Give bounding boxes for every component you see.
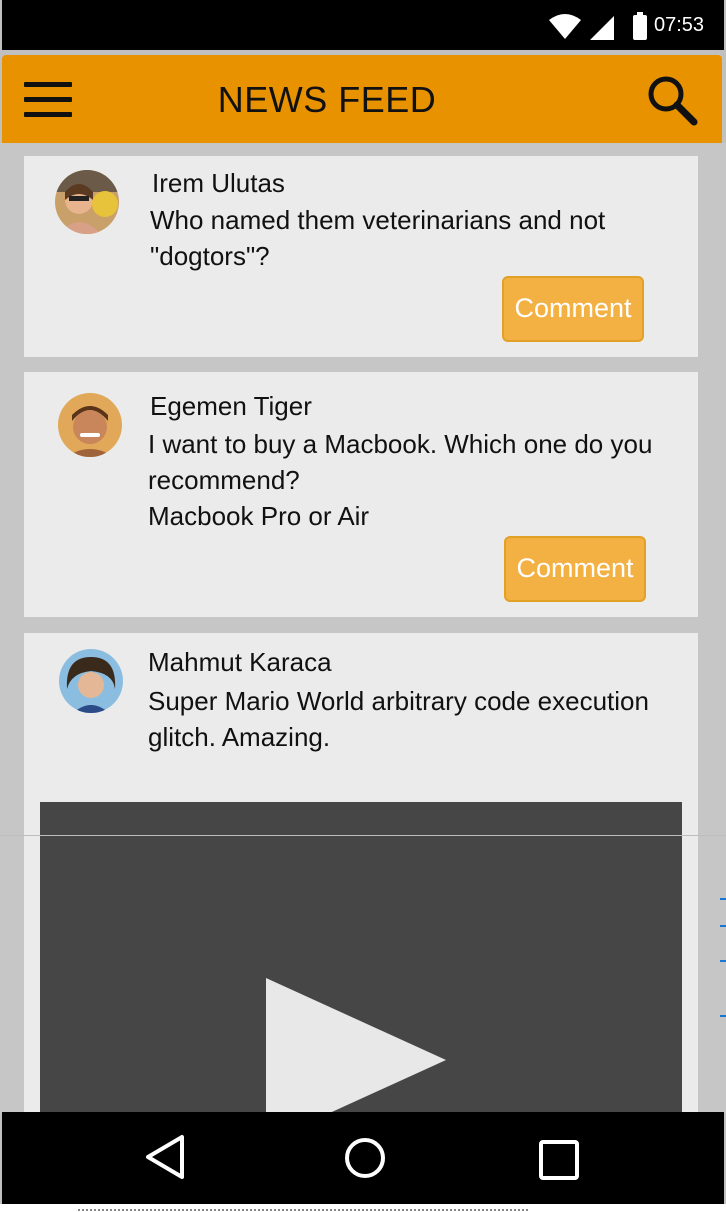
edge-fragment [720,1015,726,1017]
post-card: Egemen Tiger I want to buy a Macbook. Wh… [24,372,698,617]
edge-fragment [720,898,726,900]
post-text: I want to buy a Macbook. Which one do yo… [148,429,653,495]
status-bar: 07:53 [2,0,724,50]
home-icon[interactable] [343,1136,387,1180]
avatar[interactable] [59,649,123,713]
edge-fragment [720,960,726,962]
comment-button[interactable]: Comment [502,276,644,342]
edge-fragment [720,925,726,927]
app-bar: NEWS FEED [2,55,722,143]
page-title: NEWS FEED [217,79,437,120]
dotted-divider [78,1209,528,1211]
comment-button[interactable]: Comment [504,536,646,602]
status-time: 07:53 [654,14,705,36]
recent-apps-icon[interactable] [539,1140,579,1180]
wifi-icon [549,14,581,39]
avatar[interactable] [55,170,119,234]
search-icon[interactable] [646,74,698,126]
post-text: Who named them veterinarians and not "do… [150,205,606,271]
post-author[interactable]: Mahmut Karaca [148,647,332,678]
post-text-line: Macbook Pro or Air [148,501,370,531]
navigation-bar [2,1112,724,1204]
avatar[interactable] [58,393,122,457]
battery-icon [633,12,647,40]
post-author[interactable]: Irem Ulutas [152,168,285,199]
divider [0,835,726,836]
video-player[interactable] [40,802,682,1113]
post-text: Super Mario World arbitrary code executi… [148,686,649,752]
post-card: Irem Ulutas Who named them veterinarians… [24,156,698,357]
phone-screen: 07:53 NEWS FEED Irem Ulutas Who named th… [0,0,726,1212]
news-feed[interactable]: Irem Ulutas Who named them veterinarians… [0,143,726,1113]
post-author[interactable]: Egemen Tiger [150,391,312,422]
back-icon[interactable] [144,1134,186,1180]
play-icon[interactable] [264,978,448,1113]
signal-icon [590,16,614,40]
